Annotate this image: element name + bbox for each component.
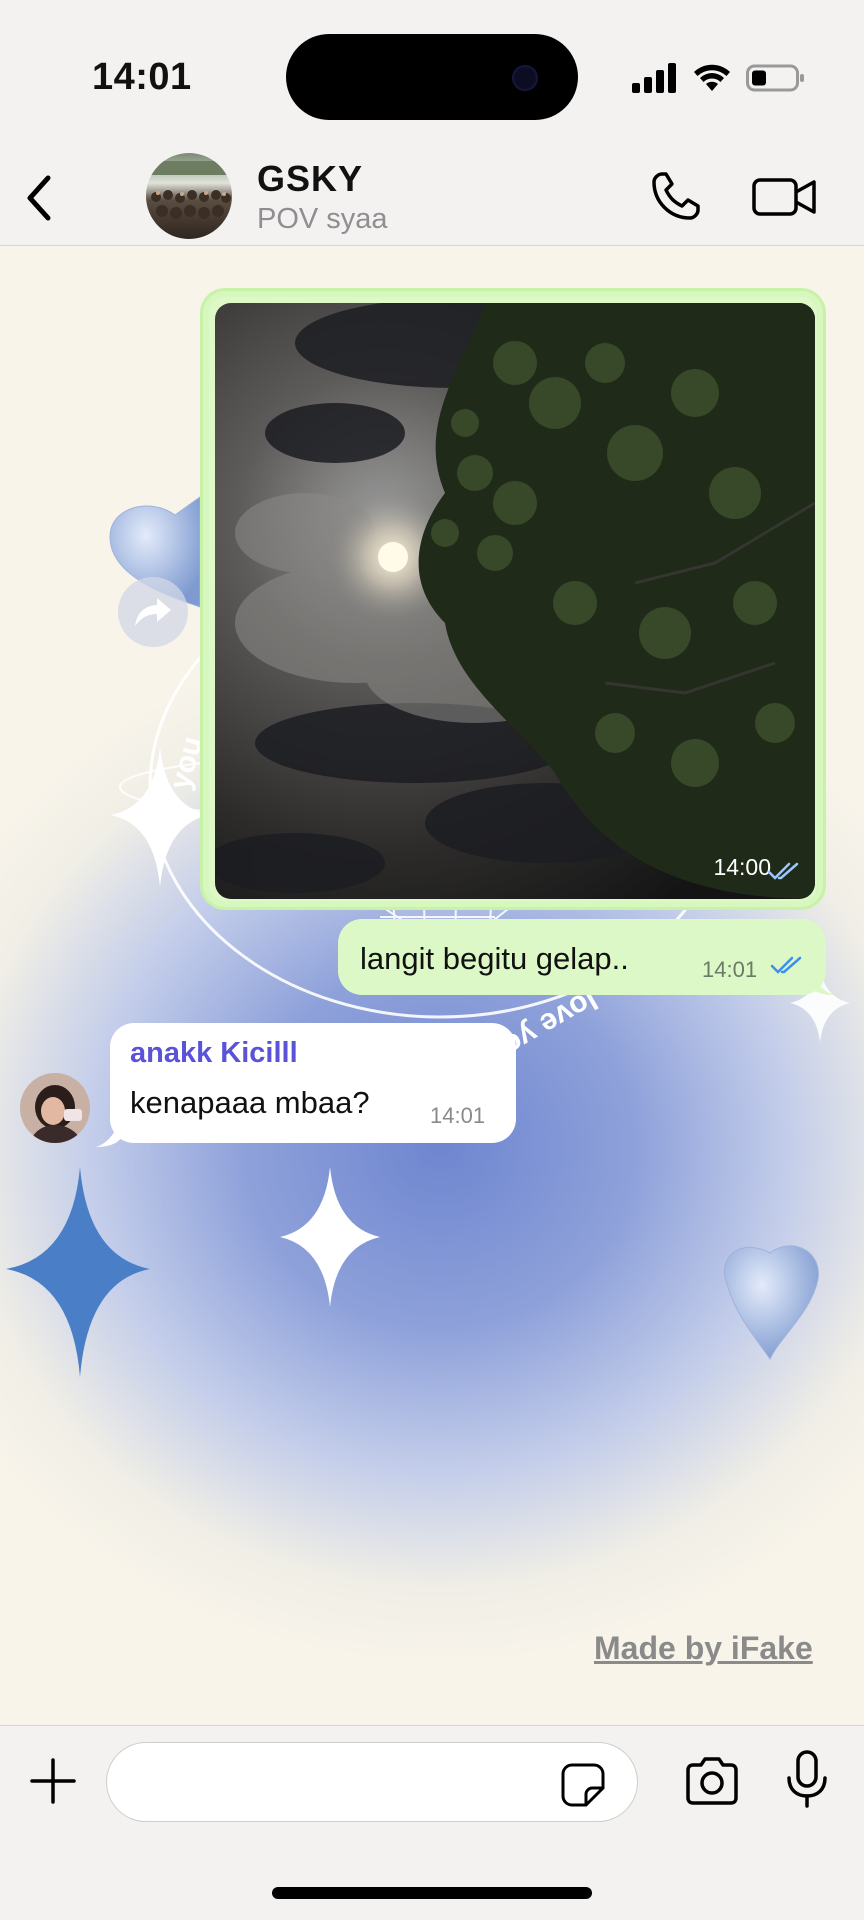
chat-subtitle[interactable]: POV syaa bbox=[257, 203, 388, 236]
front-camera bbox=[512, 65, 538, 91]
video-camera-icon[interactable] bbox=[752, 172, 818, 222]
wifi-icon bbox=[694, 64, 730, 91]
plus-icon[interactable] bbox=[28, 1756, 78, 1806]
status-icons bbox=[632, 58, 806, 98]
sticker-icon[interactable] bbox=[560, 1762, 606, 1808]
outgoing-text-message[interactable]: langit begitu gelap.. 14:01 bbox=[338, 919, 834, 995]
chat-area[interactable]: love yourself you bbox=[0, 247, 864, 1725]
sparkle-icon bbox=[280, 1167, 380, 1307]
chat-title[interactable]: GSKY bbox=[257, 158, 363, 200]
sender-name[interactable]: anakk Kicilll bbox=[130, 1037, 298, 1070]
wallpaper-heart bbox=[723, 1245, 819, 1361]
message-text: langit begitu gelap.. bbox=[360, 941, 629, 976]
watermark-link[interactable]: Made by iFake bbox=[594, 1630, 813, 1667]
read-ticks-icon bbox=[770, 956, 802, 974]
group-avatar[interactable] bbox=[146, 153, 232, 239]
camera-icon[interactable] bbox=[684, 1756, 740, 1806]
message-time: 14:01 bbox=[430, 1103, 486, 1128]
night-sky-photo[interactable]: 14:00 bbox=[215, 303, 815, 899]
incoming-text-message[interactable]: anakk Kicilll kenapaaa mbaa? 14:01 bbox=[96, 1023, 516, 1147]
forward-icon bbox=[135, 598, 171, 626]
bubble-tail bbox=[96, 1115, 122, 1147]
message-text: kenapaaa mbaa? bbox=[130, 1085, 370, 1120]
message-input[interactable] bbox=[106, 1742, 638, 1822]
sparkle-icon bbox=[6, 1167, 150, 1377]
read-ticks-icon bbox=[767, 862, 799, 880]
status-time: 14:01 bbox=[92, 56, 192, 98]
home-indicator[interactable] bbox=[272, 1887, 592, 1899]
dynamic-island bbox=[286, 34, 578, 120]
back-chevron-icon[interactable] bbox=[20, 170, 60, 226]
phone-icon[interactable] bbox=[648, 168, 704, 224]
microphone-icon[interactable] bbox=[782, 1750, 832, 1810]
message-time: 14:01 bbox=[702, 957, 758, 982]
chat-header: GSKY POV syaa bbox=[0, 150, 864, 246]
message-time: 14:00 bbox=[713, 854, 771, 880]
battery-icon bbox=[746, 64, 804, 92]
forward-button[interactable] bbox=[118, 577, 188, 647]
signal-icon bbox=[632, 63, 676, 93]
status-bar: 14:01 bbox=[0, 0, 864, 150]
sender-avatar[interactable] bbox=[20, 1073, 90, 1143]
message-composer bbox=[0, 1725, 864, 1920]
outgoing-image-message[interactable]: 14:00 bbox=[203, 291, 823, 907]
bubble-tail bbox=[808, 963, 834, 995]
